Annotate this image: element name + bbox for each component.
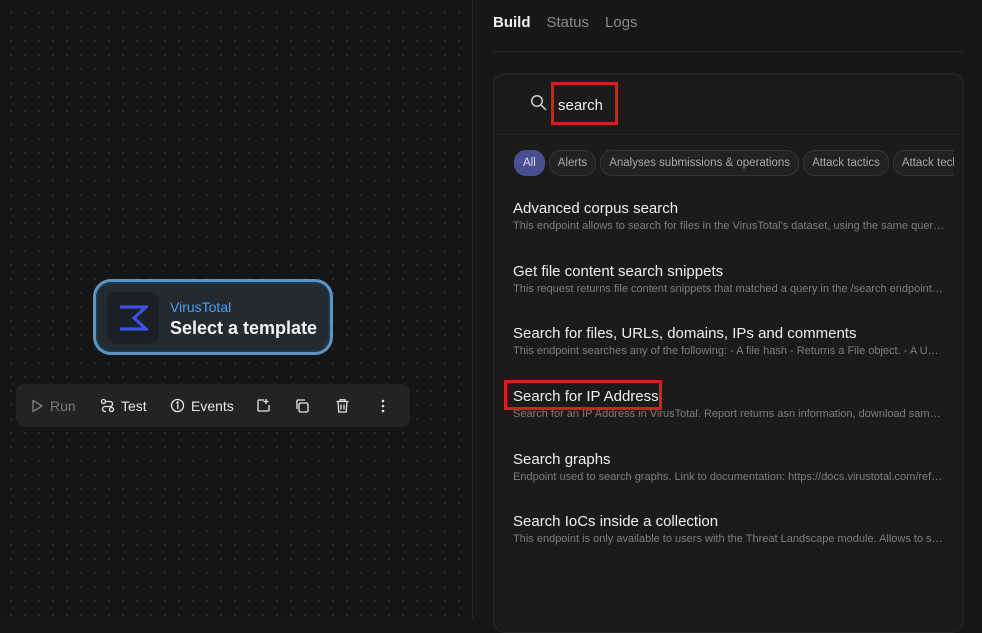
events-label: Events: [191, 397, 234, 414]
result-title: Get file content search snippets: [513, 262, 724, 280]
result-title: Search graphs: [513, 450, 611, 468]
search-bar: [494, 74, 963, 135]
export-icon: [257, 399, 270, 412]
config-panel: Build Status Logs AllAlertsAnalyses subm…: [473, 0, 982, 633]
result-description: This endpoint is only available to users…: [513, 533, 945, 546]
list-item[interactable]: Advanced corpus search This endpoint all…: [513, 200, 953, 263]
filter-chip-all[interactable]: All: [514, 150, 545, 176]
play-icon: [32, 399, 43, 412]
search-icon: [530, 94, 547, 111]
node-toolbar: Run Test Events: [16, 384, 410, 427]
list-item[interactable]: Get file content search snippets This re…: [513, 263, 953, 326]
filter-chip-attack-techniques[interactable]: Attack techniques: [892, 150, 954, 176]
duplicate-button[interactable]: [294, 384, 310, 427]
copy-icon: [296, 398, 309, 413]
result-description: Endpoint used to search graphs. Link to …: [513, 470, 945, 483]
test-button[interactable]: Test: [100, 384, 147, 427]
result-description: This request returns file content snippe…: [513, 282, 945, 295]
tabs-divider: [493, 51, 963, 52]
node-provider-label: VirusTotal: [170, 299, 232, 315]
more-menu-button[interactable]: [380, 384, 386, 427]
result-title: Advanced corpus search: [513, 200, 679, 217]
list-item[interactable]: Search for IP Address Search for an IP A…: [513, 388, 953, 451]
result-description: This endpoint searches any of the follow…: [513, 345, 945, 358]
search-input[interactable]: [558, 94, 938, 116]
list-item[interactable]: Search for files, URLs, domains, IPs and…: [513, 325, 953, 388]
tab-status[interactable]: Status: [547, 14, 590, 31]
node-title: Select a template: [170, 318, 318, 338]
category-filters: All Alerts Analyses submissions & operatio…: [514, 150, 954, 176]
filter-chip-analyses[interactable]: Analyses submissions & operations: [600, 150, 800, 176]
template-picker: AllAlertsAnalyses submissions & operatio…: [493, 73, 964, 633]
export-button[interactable]: [256, 384, 271, 427]
result-title: Search for files, URLs, domains, IPs and…: [513, 325, 857, 343]
tab-logs[interactable]: Logs: [605, 14, 638, 31]
result-title: Search for IP Address: [513, 388, 659, 406]
more-vertical-icon: [381, 399, 385, 412]
run-button[interactable]: Run: [30, 384, 76, 427]
tab-build[interactable]: Build: [493, 14, 531, 31]
virustotal-logo-icon: [107, 292, 159, 344]
workflow-canvas[interactable]: VirusTotal Select a template Run Test Ev…: [0, 0, 472, 618]
filter-chip-attack-tactics[interactable]: Attack tactics: [803, 150, 889, 176]
list-item[interactable]: Search IoCs inside a collection This end…: [513, 513, 953, 576]
events-button[interactable]: Events: [170, 384, 234, 427]
list-item[interactable]: Search graphs Endpoint used to search gr…: [513, 451, 953, 514]
delete-button[interactable]: [335, 384, 350, 427]
panel-tabs: Build Status Logs: [493, 14, 638, 31]
trash-icon: [336, 398, 349, 413]
events-icon: [170, 398, 185, 413]
virustotal-node[interactable]: VirusTotal Select a template: [93, 279, 333, 355]
filter-chip-alerts[interactable]: Alerts: [548, 150, 597, 176]
run-label: Run: [50, 397, 76, 414]
result-description: This endpoint allows to search for files…: [513, 220, 945, 232]
route-icon: [100, 398, 115, 413]
test-label: Test: [121, 397, 147, 414]
template-list: Advanced corpus search This endpoint all…: [513, 200, 953, 576]
result-title: Search IoCs inside a collection: [513, 513, 719, 531]
result-description: Search for an IP Address in VirusTotal. …: [513, 408, 945, 421]
